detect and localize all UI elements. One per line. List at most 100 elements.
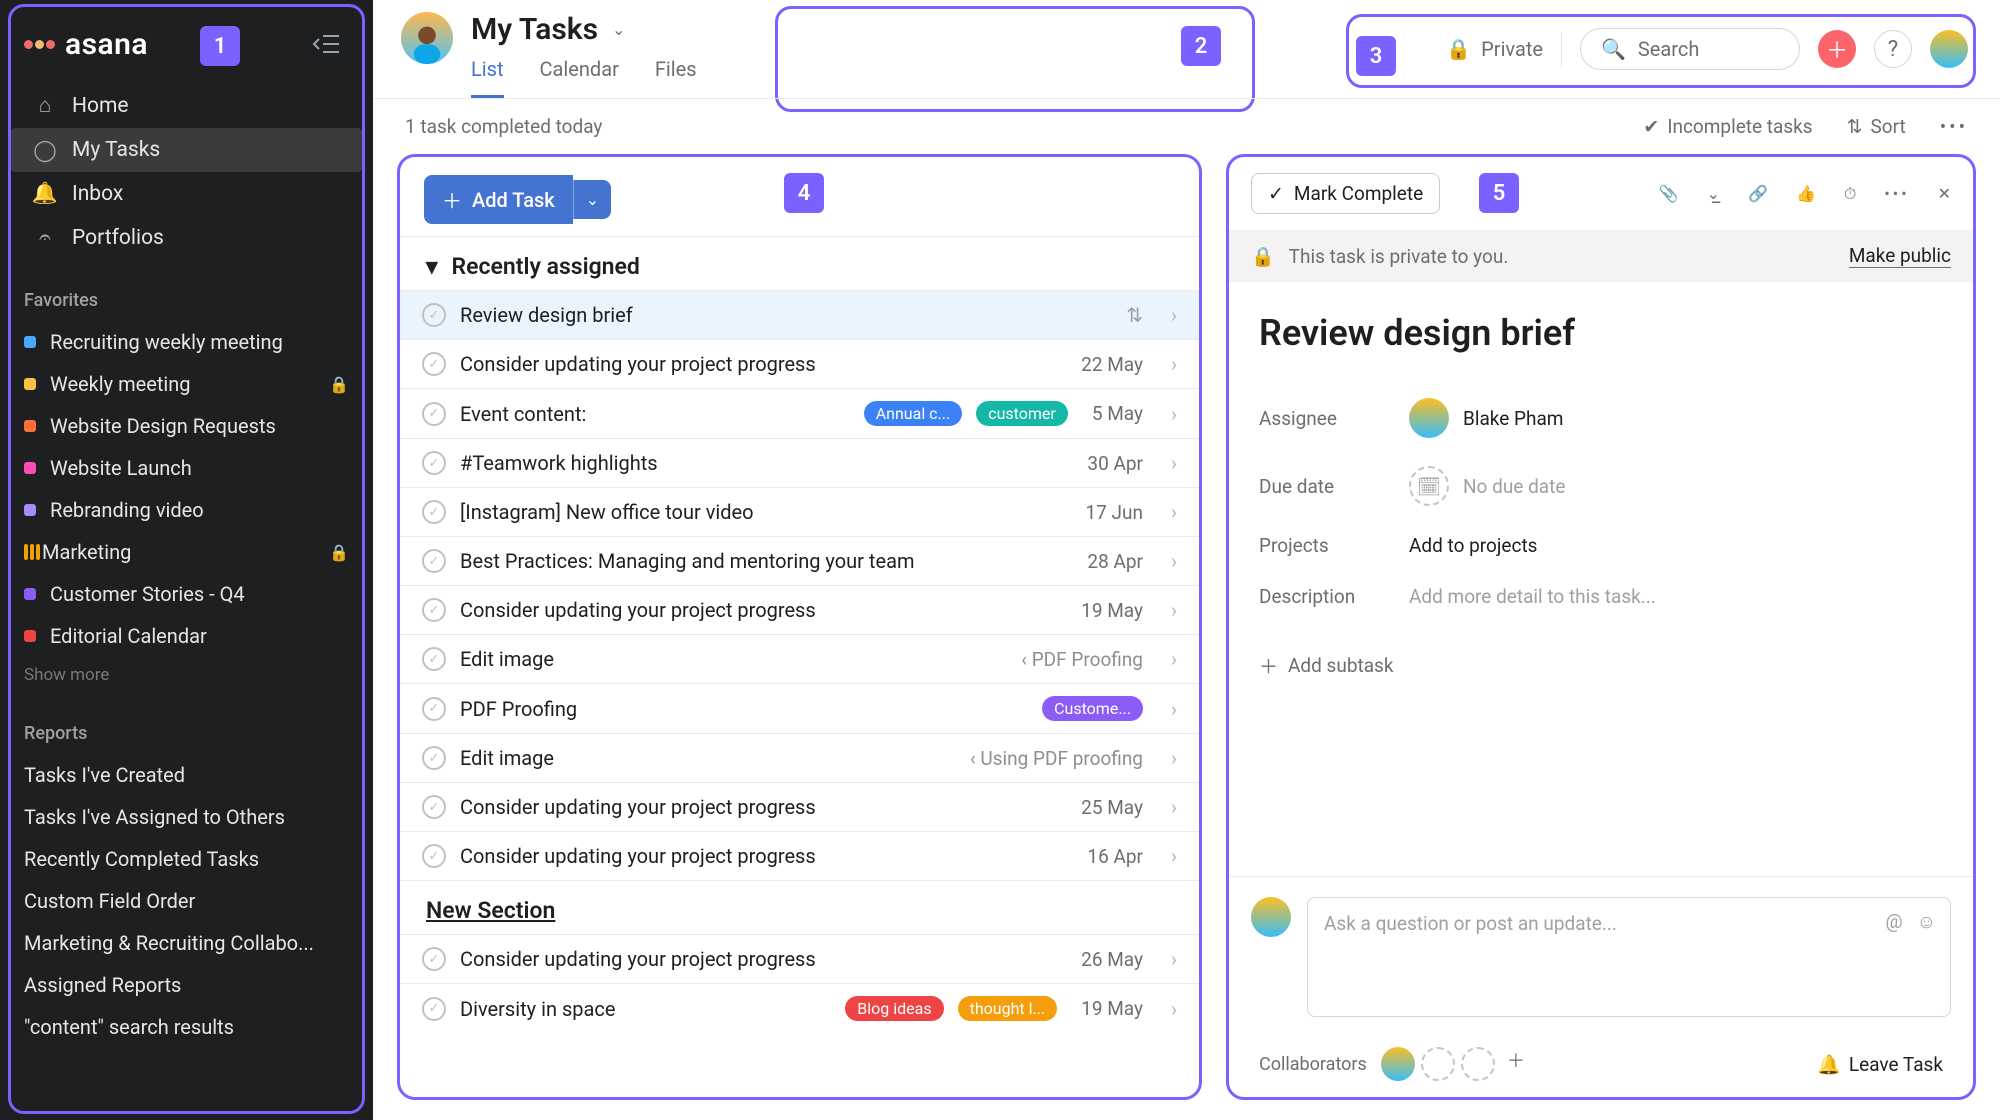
assignee-value[interactable]: Blake Pham bbox=[1409, 398, 1563, 438]
comment-input[interactable]: Ask a question or post an update... @ ☺ bbox=[1307, 897, 1951, 1017]
nav-label: My Tasks bbox=[72, 138, 160, 162]
add-collaborator-button[interactable]: ＋ bbox=[1507, 1047, 1525, 1081]
sidebar-favorite-item[interactable]: Recruiting weekly meeting bbox=[0, 321, 373, 363]
sidebar-report-item[interactable]: Custom Field Order bbox=[0, 880, 373, 922]
complete-task-checkbox[interactable] bbox=[422, 303, 446, 327]
task-row[interactable]: Best Practices: Managing and mentoring y… bbox=[400, 536, 1199, 585]
task-detail-title[interactable]: Review design brief bbox=[1259, 292, 1943, 384]
task-row[interactable]: Consider updating your project progress2… bbox=[400, 782, 1199, 831]
add-task-button[interactable]: ＋ Add Task bbox=[424, 175, 573, 224]
title-dropdown-icon[interactable]: ⌄ bbox=[612, 20, 625, 39]
sidebar-favorite-item[interactable]: Website Launch bbox=[0, 447, 373, 489]
sidebar-item-inbox[interactable]: 🔔 Inbox bbox=[10, 172, 363, 216]
due-date-field[interactable]: 🗓 No due date bbox=[1409, 466, 1565, 506]
emoji-icon[interactable]: ☺ bbox=[1917, 910, 1936, 934]
task-tag[interactable]: customer bbox=[976, 401, 1068, 426]
complete-task-checkbox[interactable] bbox=[422, 997, 446, 1021]
close-icon[interactable]: ✕ bbox=[1938, 184, 1951, 203]
privacy-indicator[interactable]: 🔒 Private bbox=[1446, 37, 1543, 61]
section-header-new-section[interactable]: New Section bbox=[400, 880, 1199, 934]
task-row[interactable]: Consider updating your project progress1… bbox=[400, 831, 1199, 880]
task-row[interactable]: Diversity in spaceBlog ideasthought l...… bbox=[400, 983, 1199, 1033]
task-tag[interactable]: Annual c... bbox=[864, 401, 963, 426]
sidebar-favorite-item[interactable]: Website Design Requests bbox=[0, 405, 373, 447]
show-more-link[interactable]: Show more bbox=[0, 657, 373, 693]
task-row[interactable]: [Instagram] New office tour video17 Jun› bbox=[400, 487, 1199, 536]
mark-complete-button[interactable]: ✓ Mark Complete bbox=[1251, 173, 1440, 214]
sidebar-item-portfolios[interactable]: 𝄐 Portfolios bbox=[10, 216, 363, 260]
sidebar-report-item[interactable]: Assigned Reports bbox=[0, 964, 373, 1006]
sidebar-favorite-item[interactable]: Weekly meeting🔒 bbox=[0, 363, 373, 405]
task-row[interactable]: Consider updating your project progress2… bbox=[400, 339, 1199, 388]
attachment-icon[interactable]: 📎 bbox=[1659, 184, 1679, 203]
task-row[interactable]: #Teamwork highlights30 Apr› bbox=[400, 438, 1199, 487]
projects-field[interactable]: Add to projects bbox=[1409, 534, 1537, 557]
sidebar-report-item[interactable]: Recently Completed Tasks bbox=[0, 838, 373, 880]
make-public-link[interactable]: Make public bbox=[1849, 244, 1951, 268]
filter-incomplete-tasks[interactable]: ✔︎ Incomplete tasks bbox=[1643, 115, 1812, 138]
sort-button[interactable]: ⇅ Sort bbox=[1847, 115, 1906, 138]
complete-task-checkbox[interactable] bbox=[422, 947, 446, 971]
task-tag[interactable]: Custome... bbox=[1042, 696, 1143, 721]
sidebar-favorite-item[interactable]: Rebranding video bbox=[0, 489, 373, 531]
search-input[interactable]: 🔍 Search bbox=[1580, 28, 1800, 70]
complete-task-checkbox[interactable] bbox=[422, 746, 446, 770]
add-collaborator-slot[interactable] bbox=[1421, 1047, 1455, 1081]
tab-files[interactable]: Files bbox=[655, 57, 697, 98]
task-tag[interactable]: Blog ideas bbox=[845, 996, 943, 1021]
task-row[interactable]: Consider updating your project progress1… bbox=[400, 585, 1199, 634]
collaborator-avatar[interactable] bbox=[1381, 1047, 1415, 1081]
complete-task-checkbox[interactable] bbox=[422, 844, 446, 868]
sidebar-favorite-item[interactable]: Marketing🔒 bbox=[0, 531, 373, 573]
sidebar-item-my-tasks[interactable]: ◯ My Tasks bbox=[10, 128, 363, 172]
sidebar-report-item[interactable]: "content" search results bbox=[0, 1006, 373, 1048]
current-user-avatar[interactable] bbox=[1930, 30, 1968, 68]
complete-task-checkbox[interactable] bbox=[422, 549, 446, 573]
task-row[interactable]: Event content:Annual c...customer5 May› bbox=[400, 388, 1199, 438]
like-icon[interactable]: 👍 bbox=[1796, 184, 1816, 203]
complete-task-checkbox[interactable] bbox=[422, 451, 446, 475]
complete-task-checkbox[interactable] bbox=[422, 402, 446, 426]
section-header-recently-assigned[interactable]: ▾ Recently assigned bbox=[400, 237, 1199, 290]
user-avatar[interactable] bbox=[401, 12, 453, 64]
help-button[interactable]: ? bbox=[1874, 30, 1912, 68]
leave-task-button[interactable]: 🔔 Leave Task bbox=[1817, 1053, 1943, 1076]
task-row[interactable]: Review design brief⇅› bbox=[400, 290, 1199, 339]
project-color-icon bbox=[24, 420, 36, 432]
sidebar-report-item[interactable]: Marketing & Recruiting Collabo... bbox=[0, 922, 373, 964]
add-subtask-button[interactable]: ＋ Add subtask bbox=[1259, 622, 1943, 679]
complete-task-checkbox[interactable] bbox=[422, 352, 446, 376]
timer-icon[interactable]: ⏱ bbox=[1844, 184, 1856, 204]
complete-task-checkbox[interactable] bbox=[422, 647, 446, 671]
task-due-date: 16 Apr bbox=[1087, 845, 1143, 868]
subtask-icon[interactable]: ⌄̲ bbox=[1707, 184, 1720, 203]
task-row[interactable]: Edit image‹ PDF Proofing› bbox=[400, 634, 1199, 683]
add-task-dropdown[interactable]: ⌄ bbox=[573, 180, 611, 219]
nav-label: Portfolios bbox=[72, 226, 164, 250]
sidebar-report-item[interactable]: Tasks I've Created bbox=[0, 754, 373, 796]
complete-task-checkbox[interactable] bbox=[422, 795, 446, 819]
complete-task-checkbox[interactable] bbox=[422, 598, 446, 622]
more-menu-icon[interactable]: ••• bbox=[1940, 115, 1968, 138]
add-collaborator-slot[interactable] bbox=[1461, 1047, 1495, 1081]
copy-link-icon[interactable]: 🔗 bbox=[1748, 184, 1768, 203]
complete-task-checkbox[interactable] bbox=[422, 500, 446, 524]
sidebar-favorite-item[interactable]: Editorial Calendar bbox=[0, 615, 373, 657]
more-icon[interactable]: ••• bbox=[1884, 184, 1909, 203]
tab-list[interactable]: List bbox=[471, 57, 504, 98]
collapse-sidebar-button[interactable] bbox=[305, 26, 349, 62]
sidebar-item-home[interactable]: ⌂ Home bbox=[10, 84, 363, 128]
complete-task-checkbox[interactable] bbox=[422, 697, 446, 721]
task-row[interactable]: PDF ProofingCustome...› bbox=[400, 683, 1199, 733]
task-row[interactable]: Consider updating your project progress2… bbox=[400, 934, 1199, 983]
mention-icon[interactable]: @ bbox=[1886, 910, 1903, 934]
task-row[interactable]: Edit image‹ Using PDF proofing› bbox=[400, 733, 1199, 782]
tab-calendar[interactable]: Calendar bbox=[540, 57, 619, 98]
sidebar-favorite-item[interactable]: Customer Stories - Q4 bbox=[0, 573, 373, 615]
favorite-label: Recruiting weekly meeting bbox=[50, 330, 283, 354]
global-add-button[interactable]: ＋ bbox=[1818, 30, 1856, 68]
sidebar-report-item[interactable]: Tasks I've Assigned to Others bbox=[0, 796, 373, 838]
description-field[interactable]: Add more detail to this task... bbox=[1409, 585, 1656, 608]
task-tag[interactable]: thought l... bbox=[958, 996, 1058, 1021]
move-task-icon[interactable]: ⇅ bbox=[1126, 303, 1143, 327]
